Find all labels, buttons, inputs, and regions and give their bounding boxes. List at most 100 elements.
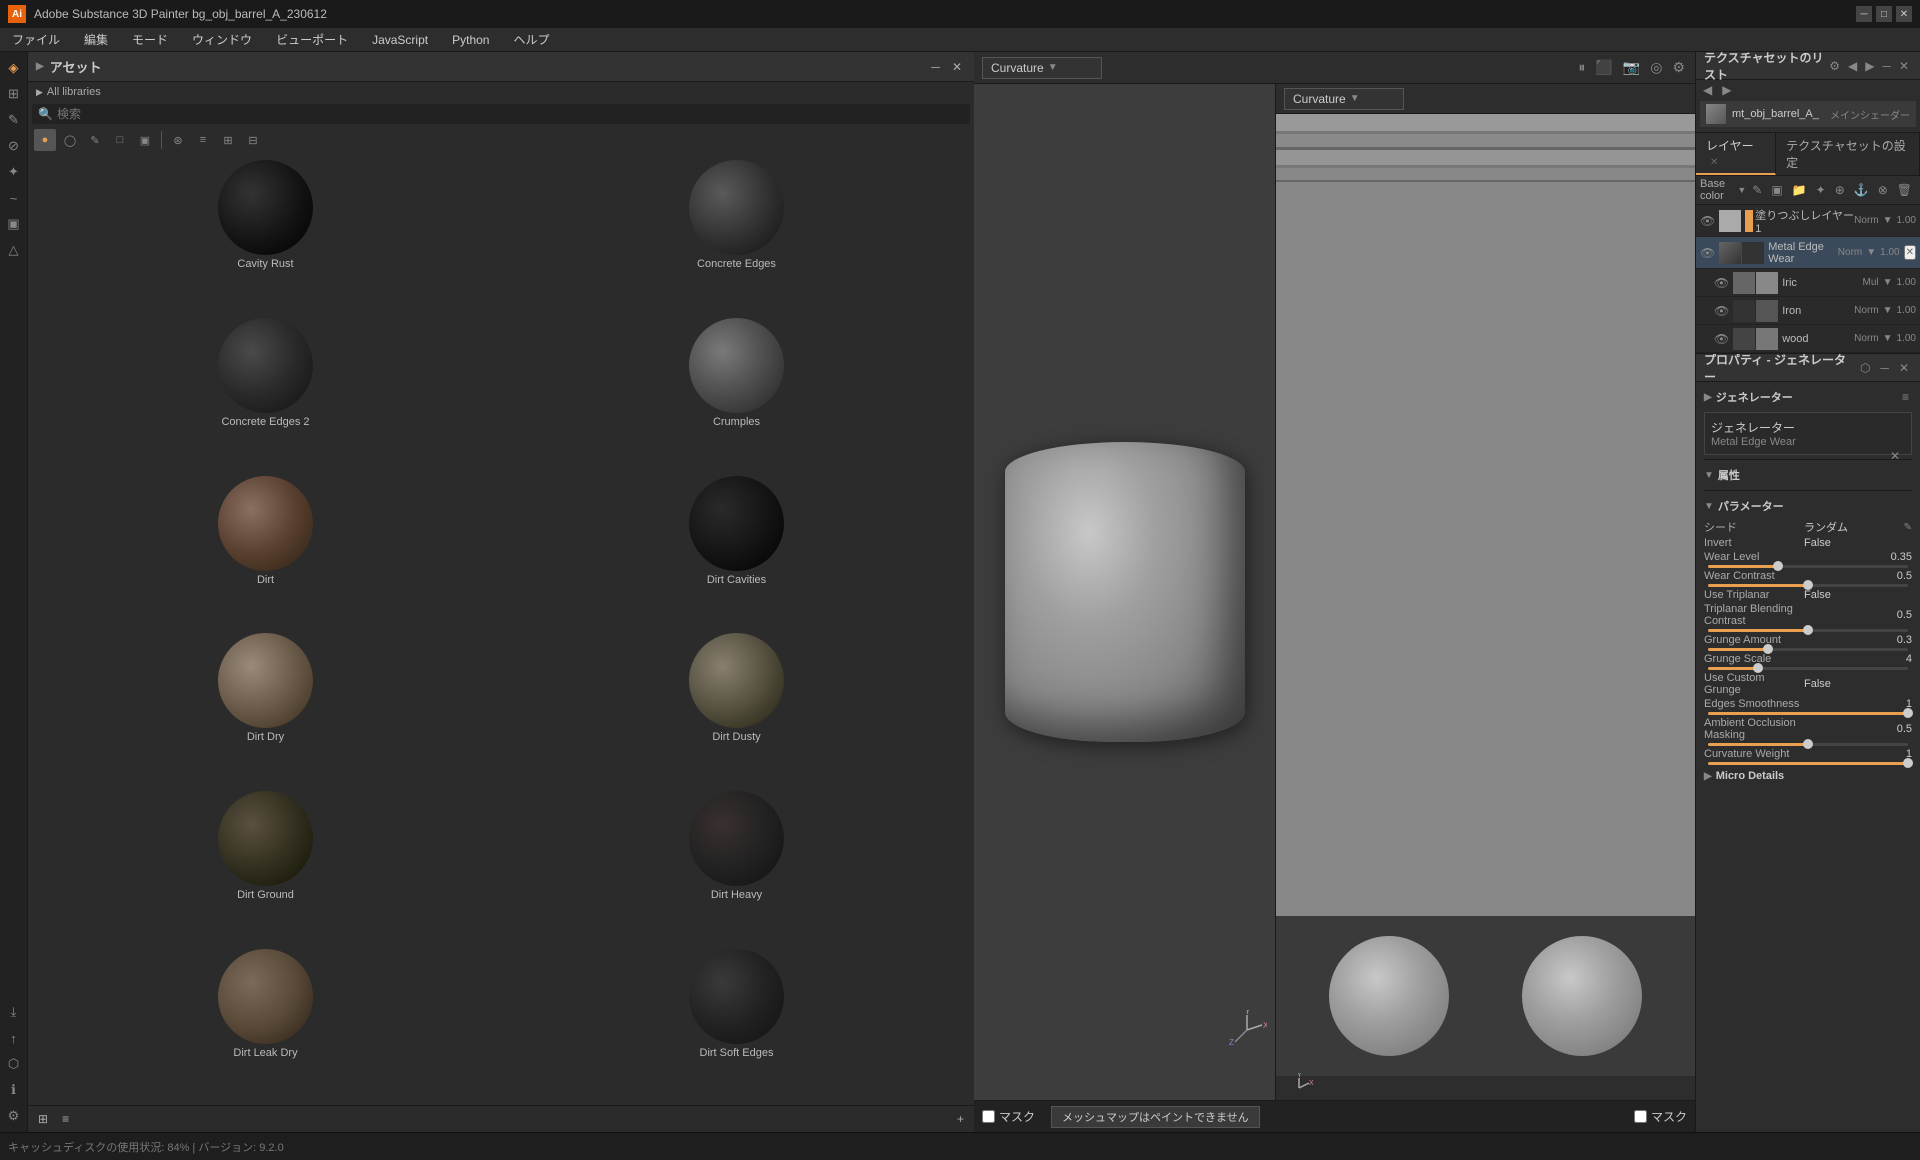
gen-slider-edges-smooth[interactable] bbox=[1704, 712, 1912, 715]
filter-view-circle[interactable]: ⊛ bbox=[167, 129, 189, 151]
add-effect-btn[interactable]: ✦ bbox=[1812, 181, 1830, 199]
sidebar-icon-fill[interactable]: ▣ bbox=[2, 212, 26, 236]
tab-layers[interactable]: レイヤー ✕ bbox=[1696, 133, 1776, 175]
assets-close-btn[interactable]: ✕ bbox=[948, 58, 966, 76]
ts-nav-right[interactable]: ▶ bbox=[1719, 82, 1734, 98]
add-fill-layer-btn[interactable]: ▣ bbox=[1767, 181, 1786, 199]
sidebar-icon-render[interactable]: ⬡ bbox=[2, 1052, 26, 1076]
asset-item-crumples[interactable]: Crumples bbox=[503, 316, 970, 470]
sidebar-icon-settings[interactable]: ⚙ bbox=[2, 1104, 26, 1128]
anchor-btn[interactable]: ⚓ bbox=[1850, 181, 1873, 199]
bake-btn[interactable]: ⊕ bbox=[1831, 181, 1849, 199]
gen-micro-details-title[interactable]: ▶ Micro Details bbox=[1704, 767, 1912, 785]
layer-item-iron[interactable]: 👁 Iron Norm ▼ 1.00 bbox=[1696, 297, 1920, 325]
window-controls[interactable]: ─ □ ✕ bbox=[1856, 6, 1912, 22]
sidebar-icon-smudge[interactable]: ~ bbox=[2, 186, 26, 210]
slider-track-edges-smooth[interactable] bbox=[1708, 712, 1908, 715]
layer-item-metal-edge[interactable]: 👁 Metal Edge Wear Norm ▼ 1.00 ✕ bbox=[1696, 237, 1920, 269]
assets-panel-controls[interactable]: ─ ✕ bbox=[927, 58, 966, 76]
menu-file[interactable]: ファイル bbox=[8, 29, 64, 50]
gen-properties-title[interactable]: ▼ 属性 bbox=[1704, 464, 1912, 486]
texture-set-nav-forward[interactable]: ▶ bbox=[1862, 58, 1877, 74]
gen-expand-btn[interactable]: ⬡ bbox=[1857, 360, 1873, 376]
gen-slider-grunge-scale[interactable] bbox=[1704, 667, 1912, 670]
filter-material[interactable]: ◯ bbox=[59, 129, 81, 151]
gen-slider-grunge-amount[interactable] bbox=[1704, 648, 1912, 651]
slider-track-ao[interactable] bbox=[1708, 743, 1908, 746]
slider-thumb-grunge-scale[interactable] bbox=[1753, 663, 1763, 673]
slider-track-curvature[interactable] bbox=[1708, 762, 1908, 765]
gen-params-title[interactable]: ▼ パラメーター bbox=[1704, 495, 1912, 517]
gen-section-title[interactable]: ▶ ジェネレーター ≡ bbox=[1704, 386, 1912, 408]
sidebar-icon-layers[interactable]: ⊞ bbox=[2, 82, 26, 106]
slider-track-grunge-amount[interactable] bbox=[1708, 648, 1908, 651]
texture-set-settings-btn[interactable]: ⚙ bbox=[1826, 58, 1843, 74]
mask-checkbox-right[interactable] bbox=[1634, 1110, 1647, 1123]
slider-track-wear-level[interactable] bbox=[1708, 565, 1908, 568]
asset-item-dirt-cavities[interactable]: Dirt Cavities bbox=[503, 474, 970, 628]
slider-thumb-triplanar-blend[interactable] bbox=[1803, 625, 1813, 635]
layer-vis-metal[interactable]: 👁 bbox=[1700, 246, 1715, 260]
3d-view-btn[interactable]: ⬛ bbox=[1593, 57, 1614, 78]
search-input[interactable] bbox=[57, 107, 964, 121]
layer-vis-wood[interactable]: 👁 bbox=[1714, 332, 1729, 346]
menu-help[interactable]: ヘルプ bbox=[509, 29, 553, 50]
sidebar-icon-sharpen[interactable]: △ bbox=[2, 238, 26, 262]
gen-seed-edit[interactable]: ✎ bbox=[1904, 522, 1912, 533]
layer-item-fill[interactable]: 👁 塗りつぶしレイヤー 1 Norm ▼ 1.00 bbox=[1696, 205, 1920, 237]
filter-brush[interactable]: ✎ bbox=[84, 129, 106, 151]
gen-remove-btn[interactable]: ✕ bbox=[1887, 448, 1903, 464]
asset-list-view-btn[interactable]: ≡ bbox=[58, 1110, 73, 1128]
assets-breadcrumb[interactable]: ▶ All libraries bbox=[28, 82, 974, 102]
asset-item-dirt-dusty[interactable]: Dirt Dusty bbox=[503, 631, 970, 785]
slider-track-wear-contrast[interactable] bbox=[1708, 584, 1908, 587]
filter-texture[interactable]: □ bbox=[109, 129, 131, 151]
gen-close-btn[interactable]: ✕ bbox=[1896, 360, 1912, 376]
layer-item-iric[interactable]: 👁 Iric Mul ▼ 1.00 bbox=[1696, 269, 1920, 297]
menu-javascript[interactable]: JavaScript bbox=[368, 31, 432, 49]
sidebar-icon-paint[interactable]: ✎ bbox=[2, 108, 26, 132]
asset-item-concrete-edges-2[interactable]: Concrete Edges 2 bbox=[32, 316, 499, 470]
3d-viewport[interactable]: X Y Z bbox=[974, 84, 1275, 1100]
mask-checkbox-left[interactable] bbox=[982, 1110, 995, 1123]
texture-set-controls[interactable]: ⚙ ◀ ▶ ─ ✕ bbox=[1826, 58, 1912, 74]
asset-item-concrete-edges[interactable]: Concrete Edges bbox=[503, 158, 970, 312]
slider-thumb-grunge-amount[interactable] bbox=[1763, 644, 1773, 654]
gen-list-btn[interactable]: ≡ bbox=[1899, 389, 1912, 405]
gen-panel-controls[interactable]: ⬡ ─ ✕ bbox=[1857, 360, 1912, 376]
layer-close-metal[interactable]: ✕ bbox=[1904, 245, 1916, 260]
asset-item-dirt-dry[interactable]: Dirt Dry bbox=[32, 631, 499, 785]
sidebar-icon-import[interactable]: ⤓ bbox=[2, 1000, 26, 1024]
asset-item-dirt[interactable]: Dirt bbox=[32, 474, 499, 628]
delete-layer-btn[interactable]: 🗑 bbox=[1893, 181, 1916, 199]
slider-track-grunge-scale[interactable] bbox=[1708, 667, 1908, 670]
slider-thumb-wear-contrast[interactable] bbox=[1803, 580, 1813, 590]
layer-vis-iron[interactable]: 👁 bbox=[1714, 304, 1729, 318]
filter-view-grid[interactable]: ⊞ bbox=[217, 129, 239, 151]
texture-set-nav-back[interactable]: ◀ bbox=[1845, 58, 1860, 74]
asset-add-btn[interactable]: + bbox=[953, 1110, 968, 1128]
filter-all[interactable]: ● bbox=[34, 129, 56, 151]
menu-edit[interactable]: 編集 bbox=[80, 29, 112, 50]
gen-slider-wear-contrast[interactable] bbox=[1704, 584, 1912, 587]
slider-track-triplanar-blend[interactable] bbox=[1708, 629, 1908, 632]
add-paint-layer-btn[interactable]: ✎ bbox=[1748, 181, 1766, 199]
render-btn[interactable]: ◎ bbox=[1648, 57, 1664, 78]
menu-mode[interactable]: モード bbox=[128, 29, 172, 50]
slider-thumb-edges-smooth[interactable] bbox=[1903, 708, 1913, 718]
filter-image[interactable]: ▣ bbox=[134, 129, 156, 151]
assets-minimize-btn[interactable]: ─ bbox=[927, 58, 944, 76]
maximize-button[interactable]: □ bbox=[1876, 6, 1892, 22]
sidebar-icon-clone[interactable]: ✦ bbox=[2, 160, 26, 184]
merge-btn[interactable]: ⊗ bbox=[1874, 181, 1892, 199]
slider-thumb-wear-level[interactable] bbox=[1773, 561, 1783, 571]
search-bar[interactable]: 🔍 bbox=[32, 104, 970, 124]
sidebar-icon-publish[interactable]: ↑ bbox=[2, 1026, 26, 1050]
right-viewport-dropdown[interactable]: Curvature ▼ bbox=[1284, 88, 1404, 110]
pause-btn[interactable]: ⏸ bbox=[1576, 57, 1587, 78]
slider-thumb-curvature[interactable] bbox=[1903, 758, 1913, 768]
add-folder-btn[interactable]: 📁 bbox=[1788, 181, 1811, 199]
gen-slider-wear-level[interactable] bbox=[1704, 565, 1912, 568]
sidebar-icon-assets[interactable]: ◈ bbox=[2, 56, 26, 80]
viewport-settings-btn[interactable]: ⚙ bbox=[1670, 57, 1687, 78]
